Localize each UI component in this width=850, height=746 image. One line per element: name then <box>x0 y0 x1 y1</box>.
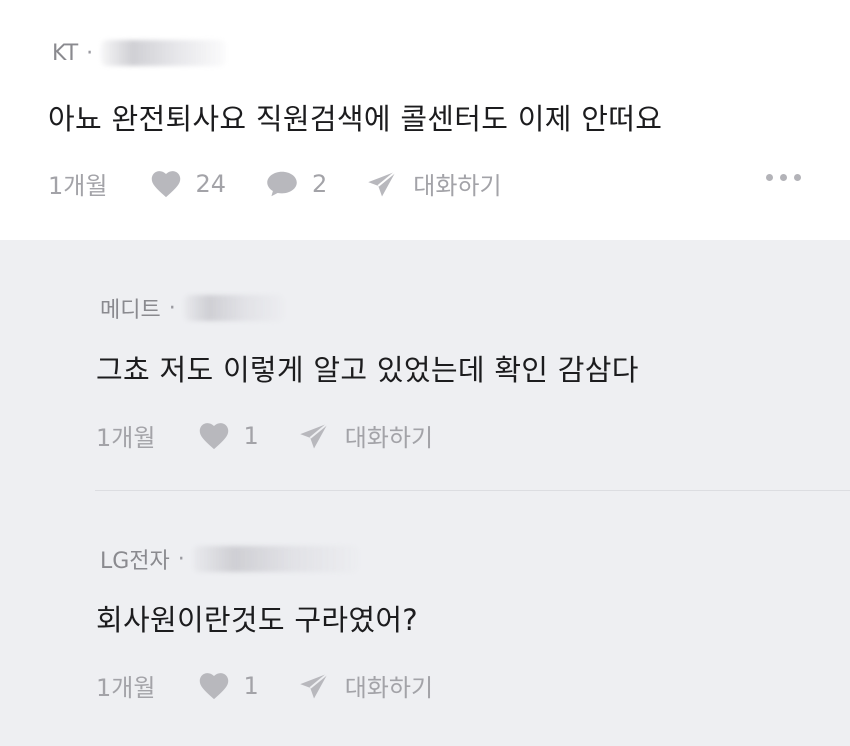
start-conversation-label: 대화하기 <box>344 674 434 702</box>
start-conversation-button[interactable]: 대화하기 <box>299 668 433 703</box>
reply-time: 1개월 <box>96 674 156 702</box>
like-button[interactable]: 1 <box>199 421 259 450</box>
comment-body: 아뇨 완전퇴사요 직원검색에 콜센터도 이제 안떠요 <box>48 102 663 136</box>
paper-plane-icon <box>299 672 329 698</box>
company-name: 메디트 <box>100 298 161 323</box>
like-button[interactable]: 24 <box>151 170 226 198</box>
start-conversation-label: 대화하기 <box>344 424 434 452</box>
comment-actions: 1개월 24 2 대화하기 <box>48 166 502 201</box>
start-conversation-button[interactable]: 대화하기 <box>367 166 502 201</box>
start-conversation-button[interactable]: 대화하기 <box>299 418 433 453</box>
meta-separator: · <box>177 546 185 572</box>
reply-time: 1개월 <box>96 424 156 452</box>
company-name: KT <box>52 40 79 66</box>
replies-section: 메디트 · 그쵸 저도 이렇게 알고 있었는데 확인 감삼다 1개월 1 대화하… <box>0 240 850 746</box>
like-button[interactable]: 1 <box>199 671 259 700</box>
start-conversation-label: 대화하기 <box>413 172 502 200</box>
reply-body: 그쵸 저도 이렇게 알고 있었는데 확인 감삼다 <box>96 353 639 387</box>
company-name: LG전자 <box>100 549 170 574</box>
like-count: 24 <box>195 169 226 198</box>
reply-divider <box>95 490 850 491</box>
meta-separator: · <box>86 40 94 66</box>
speech-bubble-icon <box>267 171 297 196</box>
comment-time: 1개월 <box>48 172 108 200</box>
reply-actions: 1개월 1 대화하기 <box>96 668 433 703</box>
reply-count-button[interactable]: 2 <box>266 170 327 198</box>
meta-separator: · <box>168 295 176 321</box>
heart-icon <box>200 672 229 699</box>
reply-author-meta: LG전자 · <box>100 543 358 575</box>
like-count: 1 <box>243 421 259 450</box>
like-count: 1 <box>243 671 259 700</box>
reply-body: 회사원이란것도 구라였어? <box>96 603 418 637</box>
more-horizontal-icon <box>766 174 773 181</box>
more-options-button[interactable] <box>766 174 801 181</box>
redacted-nickname <box>192 546 358 572</box>
more-dot <box>794 174 801 181</box>
main-comment: KT · 아뇨 완전퇴사요 직원검색에 콜센터도 이제 안떠요 1개월 24 2… <box>0 0 850 240</box>
heart-icon <box>200 422 229 449</box>
paper-plane-icon <box>368 170 397 196</box>
redacted-nickname <box>183 295 284 321</box>
heart-icon <box>152 170 181 197</box>
reply-count: 2 <box>311 169 328 198</box>
reply-actions: 1개월 1 대화하기 <box>96 418 433 453</box>
paper-plane-icon <box>299 422 329 448</box>
comment-author-meta: KT · <box>52 40 227 66</box>
more-dot <box>780 174 787 181</box>
redacted-nickname <box>101 40 227 66</box>
reply-author-meta: 메디트 · <box>100 292 284 324</box>
